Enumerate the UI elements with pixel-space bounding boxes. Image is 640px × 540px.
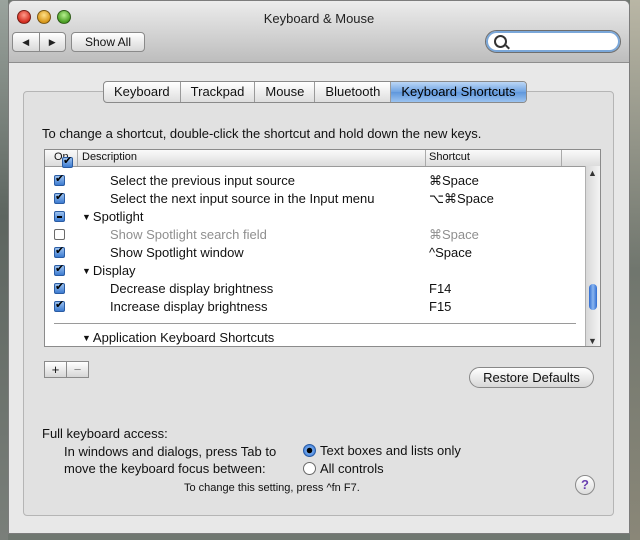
search-icon [494, 35, 507, 48]
disclosure-triangle-icon[interactable]: ▼ [82, 212, 91, 222]
vertical-scrollbar[interactable]: ▲ ▼ [585, 166, 600, 346]
radio-button[interactable] [303, 462, 316, 475]
row-description: Select the previous input source [110, 173, 295, 188]
table-row-group[interactable]: ▼ Application Keyboard Shortcuts [45, 329, 586, 346]
row-checkbox[interactable] [54, 229, 65, 240]
table-row-partial [45, 154, 586, 172]
scroll-down-icon[interactable]: ▼ [588, 336, 597, 346]
remove-shortcut-button[interactable]: − [66, 362, 88, 377]
tab-trackpad[interactable]: Trackpad [179, 82, 255, 102]
radio-button-selected[interactable] [303, 444, 316, 457]
row-checkbox[interactable] [54, 244, 65, 258]
keyboard-access-hint: To change this setting, press ^fn F7. [184, 482, 360, 494]
show-all-button[interactable]: Show All [71, 32, 145, 52]
tab-bluetooth[interactable]: Bluetooth [314, 82, 390, 102]
row-description: Spotlight [92, 209, 144, 224]
desktop-background-right [630, 0, 640, 540]
table-row[interactable]: Decrease display brightness F14 [45, 280, 586, 298]
radio-label[interactable]: All controls [320, 461, 384, 476]
table-row[interactable]: Select the next input source in the Inpu… [45, 190, 586, 208]
search-input[interactable] [510, 34, 610, 49]
title-bar: Keyboard & Mouse ◀ ▶ Show All [9, 1, 629, 63]
row-checkbox[interactable] [54, 190, 65, 204]
row-description: Select the next input source in the Inpu… [110, 191, 375, 206]
disclosure-triangle-icon[interactable]: ▼ [82, 266, 91, 276]
full-keyboard-access-line-2: move the keyboard focus between: [64, 461, 266, 476]
row-description: Decrease display brightness [110, 281, 274, 296]
tab-mouse[interactable]: Mouse [254, 82, 314, 102]
table-row-group[interactable]: ▼Display [45, 262, 586, 280]
shortcuts-table: On Description Shortcut Select the previ… [44, 149, 601, 347]
group-separator [54, 323, 576, 324]
table-rows: Select the previous input source ⌘Space … [45, 154, 586, 346]
row-checkbox[interactable] [62, 154, 73, 168]
row-shortcut[interactable]: ⌘Space [429, 173, 479, 189]
tab-keyboard-shortcuts[interactable]: Keyboard Shortcuts [390, 82, 526, 102]
search-field[interactable] [485, 30, 621, 53]
row-description: Display [92, 263, 136, 278]
table-row[interactable]: Increase display brightness F15 [45, 298, 586, 316]
tab-keyboard[interactable]: Keyboard [104, 82, 180, 102]
scrollbar-thumb[interactable] [589, 284, 597, 310]
row-description: Increase display brightness [110, 299, 268, 314]
row-shortcut[interactable]: F15 [429, 299, 451, 314]
row-shortcut[interactable]: ⌘Space [429, 227, 479, 243]
back-forward-control: ◀ ▶ [12, 32, 66, 52]
row-checkbox[interactable] [54, 211, 65, 222]
table-row-group[interactable]: ▼ Spotlight [45, 208, 586, 226]
row-checkbox[interactable] [54, 262, 65, 276]
row-checkbox[interactable] [54, 298, 65, 312]
row-description: Show Spotlight window [110, 245, 244, 260]
full-keyboard-access-label: Full keyboard access: [42, 426, 168, 441]
row-shortcut[interactable]: ⌥⌘Space [429, 191, 494, 207]
table-row[interactable]: Select the previous input source ⌘Space [45, 172, 586, 190]
row-description: Application Keyboard Shortcuts [92, 330, 275, 345]
restore-defaults-button[interactable]: Restore Defaults [469, 367, 594, 388]
add-remove-control: + − [44, 361, 89, 378]
help-button[interactable]: ? [575, 475, 595, 495]
row-shortcut[interactable]: F14 [429, 281, 451, 296]
row-shortcut[interactable]: ^Space [429, 245, 472, 260]
full-keyboard-access-line-1: In windows and dialogs, press Tab to [64, 444, 277, 459]
back-button[interactable]: ◀ [13, 33, 39, 51]
table-row[interactable]: Show Spotlight search field ⌘Space [45, 226, 586, 244]
window-title: Keyboard & Mouse [263, 11, 375, 26]
row-checkbox[interactable] [54, 280, 65, 294]
disclosure-triangle-icon[interactable]: ▼ [82, 333, 91, 343]
radio-label[interactable]: Text boxes and lists only [320, 443, 461, 458]
desktop-background-left [0, 0, 8, 540]
forward-button[interactable]: ▶ [38, 33, 66, 51]
table-row[interactable]: Show Spotlight window ^Space [45, 244, 586, 262]
tab-bar: Keyboard Trackpad Mouse Bluetooth Keyboa… [103, 81, 527, 103]
row-description: Show Spotlight search field [110, 227, 267, 242]
instruction-text: To change a shortcut, double-click the s… [42, 126, 482, 141]
row-checkbox[interactable] [54, 172, 65, 186]
scroll-up-icon[interactable]: ▲ [588, 168, 597, 178]
add-shortcut-button[interactable]: + [45, 362, 66, 377]
full-keyboard-access-description: In windows and dialogs, press Tab to mov… [64, 443, 276, 477]
